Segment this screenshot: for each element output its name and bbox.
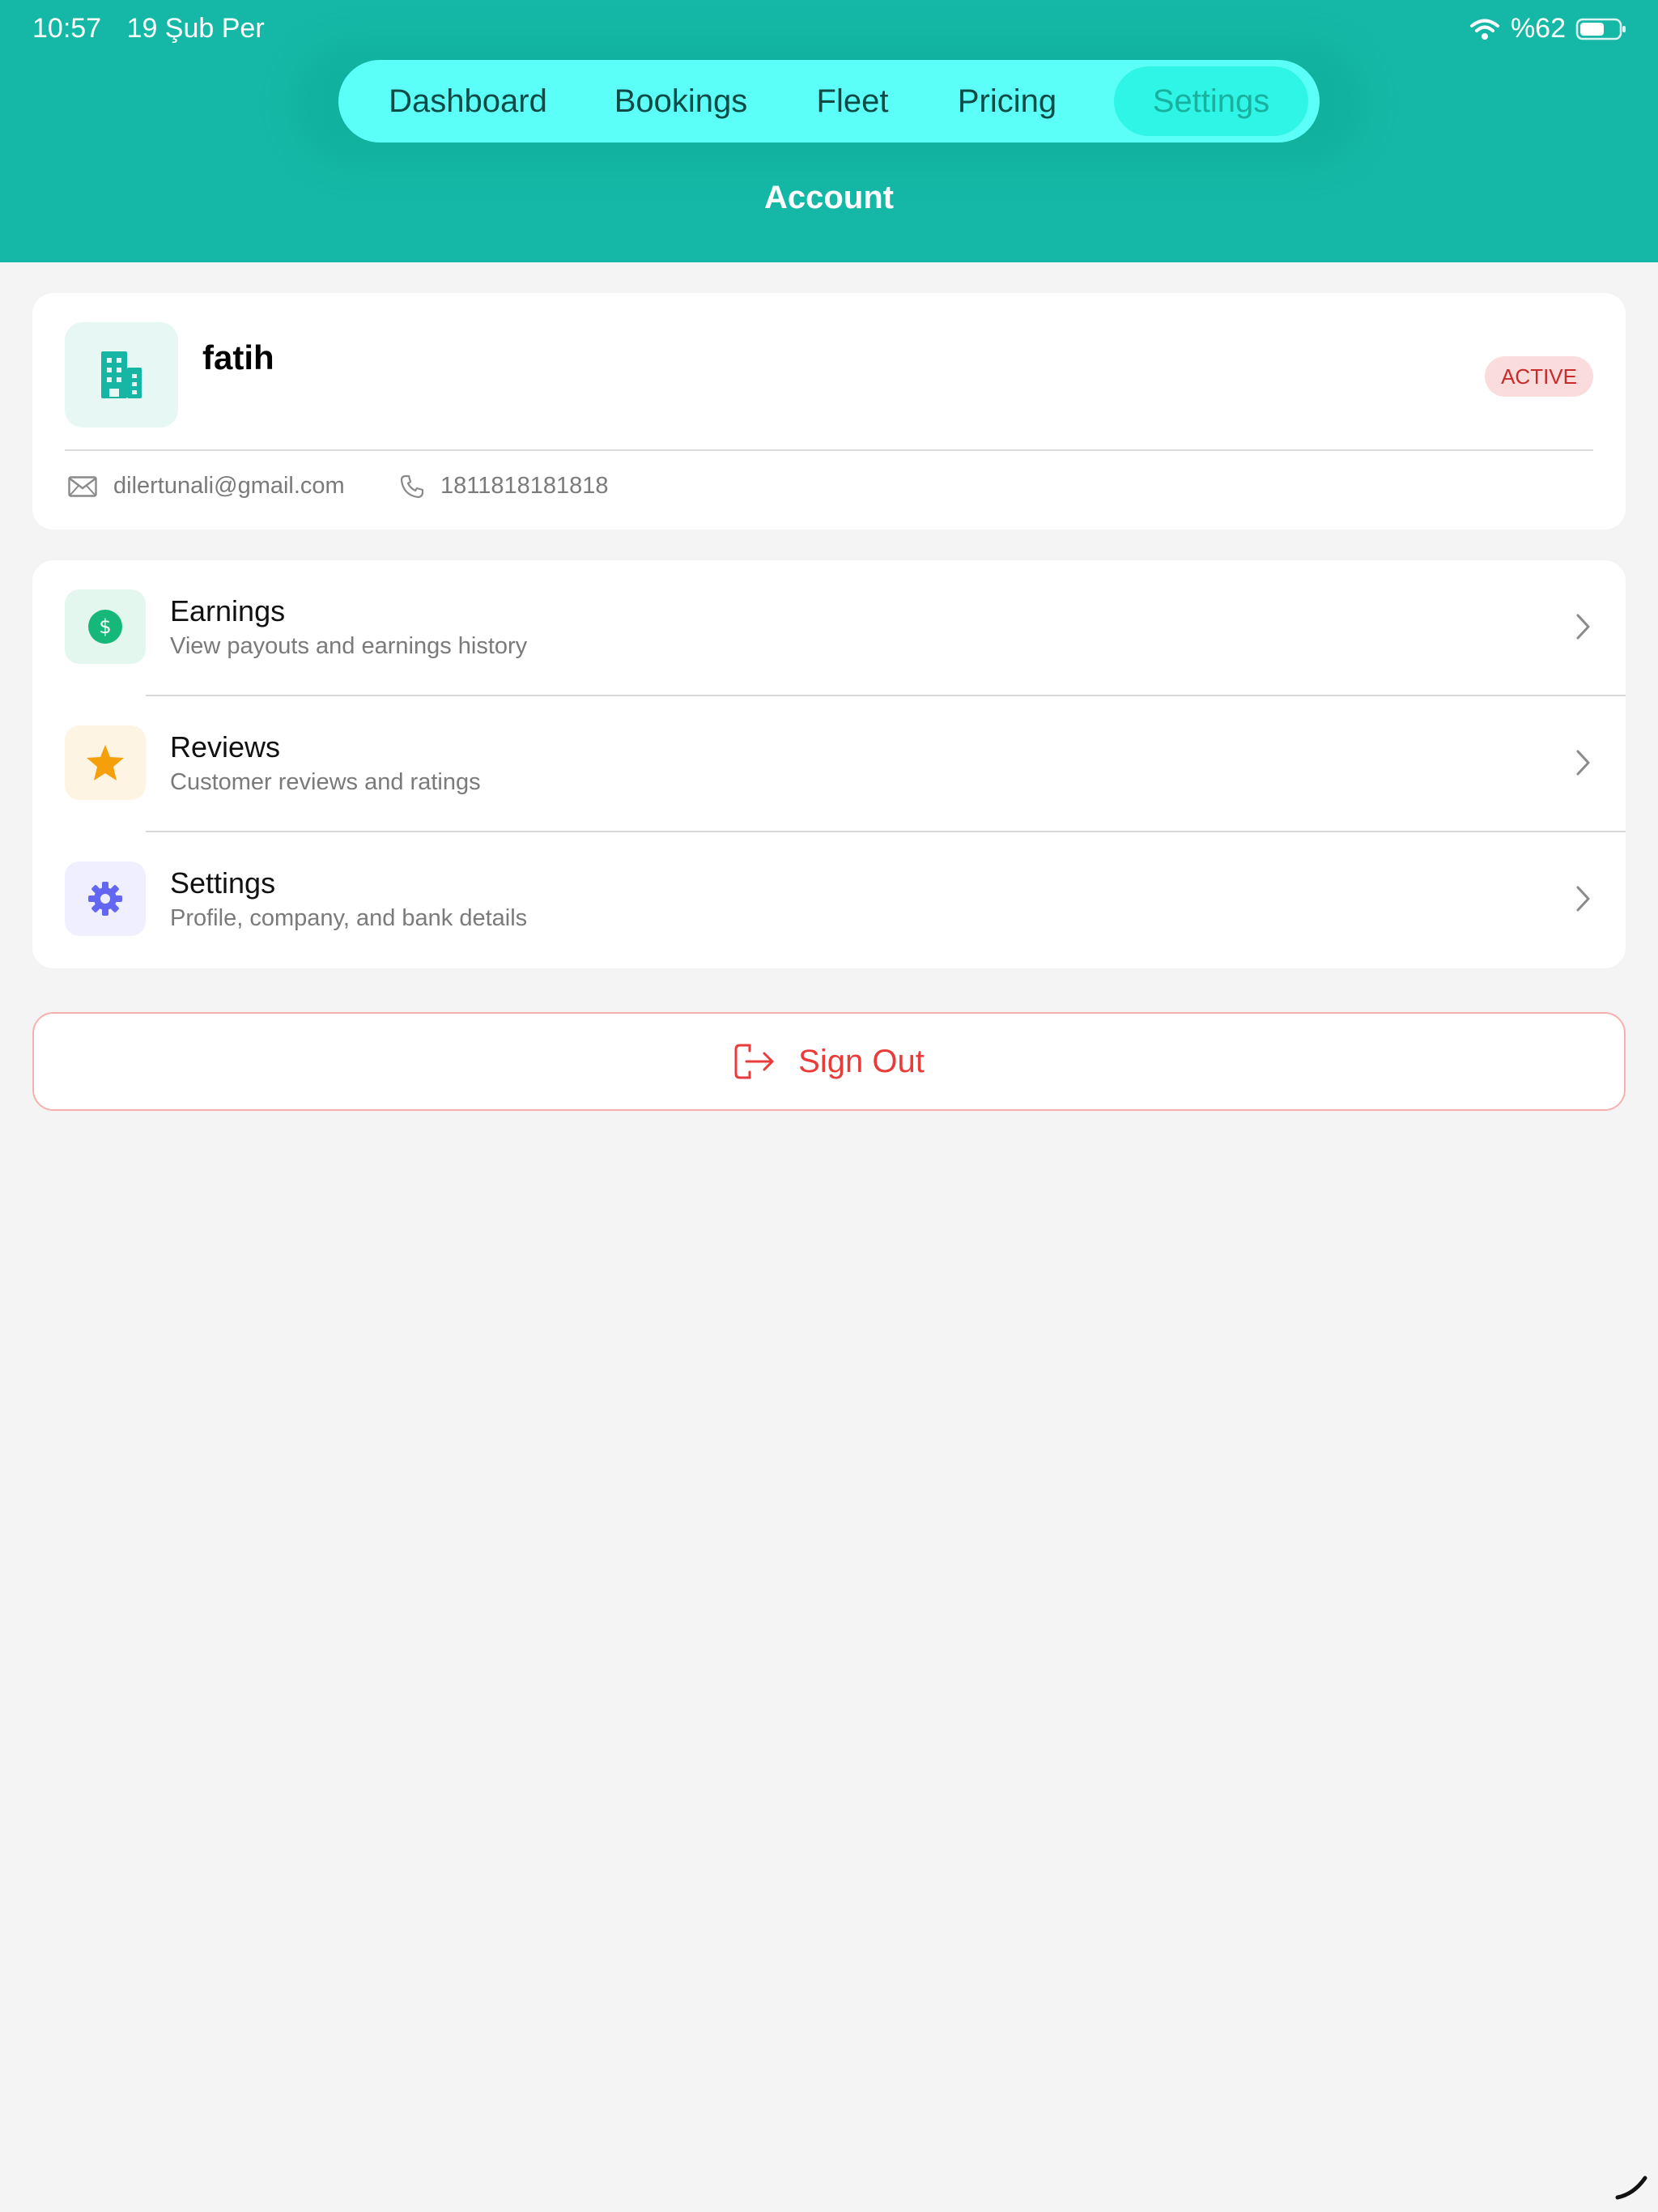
status-right: %62 xyxy=(1469,13,1627,45)
chevron-right-icon xyxy=(1576,750,1590,776)
dollar-icon: $ xyxy=(88,610,122,644)
earnings-icon-tile: $ xyxy=(65,589,146,664)
sign-out-button[interactable]: Sign Out xyxy=(32,1012,1626,1111)
contact-phone: 1811818181818 xyxy=(400,473,609,500)
menu-item-earnings[interactable]: $ Earnings View payouts and earnings his… xyxy=(32,560,1626,696)
menu-card: $ Earnings View payouts and earnings his… xyxy=(32,560,1626,968)
chevron-right-icon xyxy=(1576,614,1590,640)
tab-fleet[interactable]: Fleet xyxy=(801,66,903,136)
tab-settings[interactable]: Settings xyxy=(1114,66,1308,136)
settings-icon-tile xyxy=(65,861,146,936)
company-avatar xyxy=(65,322,178,428)
status-badge: ACTIVE xyxy=(1485,356,1593,397)
battery-percentage: %62 xyxy=(1510,13,1566,44)
profile-name: fatih xyxy=(202,338,274,376)
logout-icon xyxy=(734,1044,774,1079)
status-left: 10:57 19 Şub Per xyxy=(32,13,283,45)
menu-item-subtitle: Profile, company, and bank details xyxy=(170,905,528,931)
reviews-icon-tile xyxy=(65,725,146,800)
chevron-right-icon xyxy=(1576,886,1590,912)
status-date: 19 Şub Per xyxy=(126,13,265,44)
menu-item-title: Settings xyxy=(170,866,276,900)
mail-icon xyxy=(68,475,97,497)
email-text: dilertunali@gmail.com xyxy=(113,473,345,499)
star-icon xyxy=(87,745,124,781)
menu-item-title: Reviews xyxy=(170,730,281,764)
profile-divider xyxy=(65,449,1593,451)
page-title: Account xyxy=(764,180,894,215)
status-time: 10:57 xyxy=(32,13,102,44)
phone-text: 1811818181818 xyxy=(440,473,609,499)
phone-icon xyxy=(400,474,424,498)
tab-pricing[interactable]: Pricing xyxy=(933,66,1082,136)
tab-dashboard[interactable]: Dashboard xyxy=(372,66,563,136)
wifi-icon xyxy=(1469,19,1499,40)
menu-item-subtitle: View payouts and earnings history xyxy=(170,633,528,659)
sign-out-label: Sign Out xyxy=(798,1043,925,1079)
contact-email: dilertunali@gmail.com xyxy=(68,473,345,500)
profile-card: fatih ACTIVE dilertunali@gmail.com 18118… xyxy=(32,293,1626,530)
top-nav: Dashboard Bookings Fleet Pricing Setting… xyxy=(338,60,1320,143)
svg-text:$: $ xyxy=(99,615,111,638)
menu-item-subtitle: Customer reviews and ratings xyxy=(170,769,481,795)
battery-icon xyxy=(1575,18,1626,40)
menu-item-reviews[interactable]: Reviews Customer reviews and ratings xyxy=(32,696,1626,832)
gear-icon xyxy=(88,882,122,916)
menu-item-settings[interactable]: Settings Profile, company, and bank deta… xyxy=(32,832,1626,968)
pencil-stroke-icon xyxy=(1615,2176,1647,2200)
tab-bookings[interactable]: Bookings xyxy=(591,66,771,136)
app-header: 10:57 19 Şub Per %62 Dashboard Bookings … xyxy=(0,0,1658,262)
menu-item-title: Earnings xyxy=(170,594,286,627)
building-icon xyxy=(101,351,142,398)
